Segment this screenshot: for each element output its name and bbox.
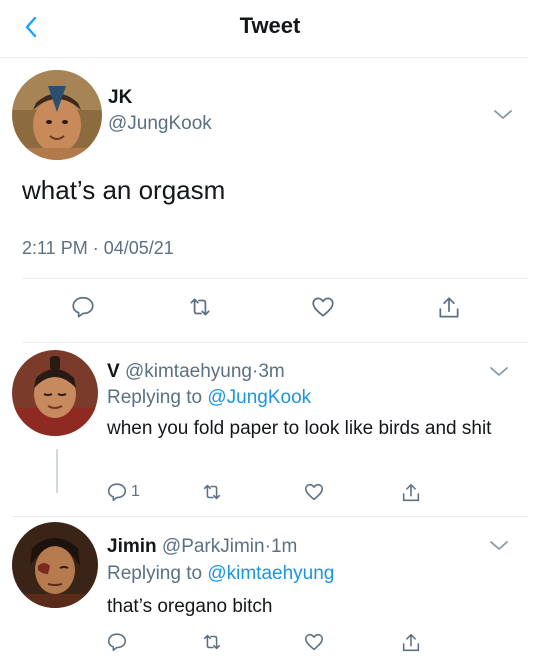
timestamp-separator: · (92, 238, 99, 258)
reply-age: 1m (270, 536, 298, 557)
like-button[interactable] (302, 631, 326, 653)
page-title: Tweet (239, 13, 301, 38)
share-button[interactable] (436, 294, 462, 322)
user-name[interactable]: JK (108, 87, 132, 109)
more-options-button[interactable] (492, 108, 514, 122)
reply-button[interactable]: 1 (106, 481, 140, 503)
reply-button[interactable] (70, 294, 96, 320)
chevron-down-icon (490, 367, 508, 376)
more-options-button[interactable] (488, 365, 510, 379)
user-handle[interactable]: @kimtaehyung (125, 361, 252, 382)
like-button[interactable] (302, 481, 326, 503)
share-icon (439, 297, 459, 318)
divider (22, 342, 528, 343)
tweet-timestamp: 2:11 PM · 04/05/21 (22, 238, 174, 259)
chevron-down-icon (490, 541, 508, 550)
avatar-image (12, 522, 98, 608)
user-handle[interactable]: @ParkJimin (162, 536, 265, 557)
reply-icon (107, 483, 127, 502)
tweet-date: 04/05/21 (103, 238, 174, 258)
retweet-icon (203, 484, 221, 500)
main-tweet: JK @JungKook what’s an orgasm 2:11 PM · … (0, 58, 540, 345)
retweet-button[interactable] (200, 481, 224, 503)
reply-text: that’s oregano bitch (107, 596, 273, 617)
reply-text: when you fold paper to look like birds a… (107, 418, 492, 439)
retweet-button[interactable] (200, 631, 224, 653)
share-icon (402, 483, 420, 502)
user-name[interactable]: Jimin (107, 536, 157, 557)
reply-header: V @kimtaehyung·3m (107, 361, 285, 383)
avatar-image (12, 70, 102, 160)
avatar[interactable] (12, 522, 98, 608)
avatar[interactable] (12, 70, 102, 160)
share-icon (402, 633, 420, 652)
chevron-down-icon (494, 110, 512, 119)
avatar-image (12, 350, 98, 436)
retweet-icon (190, 298, 210, 316)
more-options-button[interactable] (488, 539, 510, 553)
reply-button[interactable] (106, 631, 128, 653)
reply-header: Jimin @ParkJimin·1m (107, 536, 297, 558)
share-button[interactable] (400, 631, 422, 655)
reply-tweet[interactable]: Jimin @ParkJimin·1m Replying to @kimtaeh… (0, 517, 540, 663)
like-icon (304, 633, 324, 651)
tweet-time: 2:11 PM (22, 238, 88, 258)
reply-count: 1 (131, 483, 140, 500)
replying-label: Replying to (107, 563, 203, 584)
replying-to: Replying to @JungKook (107, 387, 311, 409)
like-icon (312, 297, 334, 317)
tweet-text: what’s an orgasm (22, 175, 226, 205)
avatar[interactable] (12, 350, 98, 436)
like-button[interactable] (309, 294, 337, 320)
reply-icon (107, 633, 127, 652)
replying-to-link[interactable]: @kimtaehyung (207, 563, 334, 584)
divider (22, 278, 528, 279)
retweet-button[interactable] (186, 294, 214, 320)
replying-to-link[interactable]: @JungKook (207, 387, 311, 408)
share-button[interactable] (400, 481, 422, 505)
replying-label: Replying to (107, 387, 203, 408)
reply-tweet[interactable]: V @kimtaehyung·3m Replying to @JungKook … (0, 345, 540, 517)
thread-line (56, 449, 58, 493)
user-handle[interactable]: @JungKook (108, 113, 212, 135)
user-name[interactable]: V (107, 361, 120, 382)
reply-icon (72, 296, 94, 318)
like-icon (304, 483, 324, 501)
retweet-icon (203, 634, 221, 650)
replying-to: Replying to @kimtaehyung (107, 563, 334, 585)
reply-age: 3m (258, 361, 285, 382)
header-bar: Tweet (0, 0, 540, 58)
